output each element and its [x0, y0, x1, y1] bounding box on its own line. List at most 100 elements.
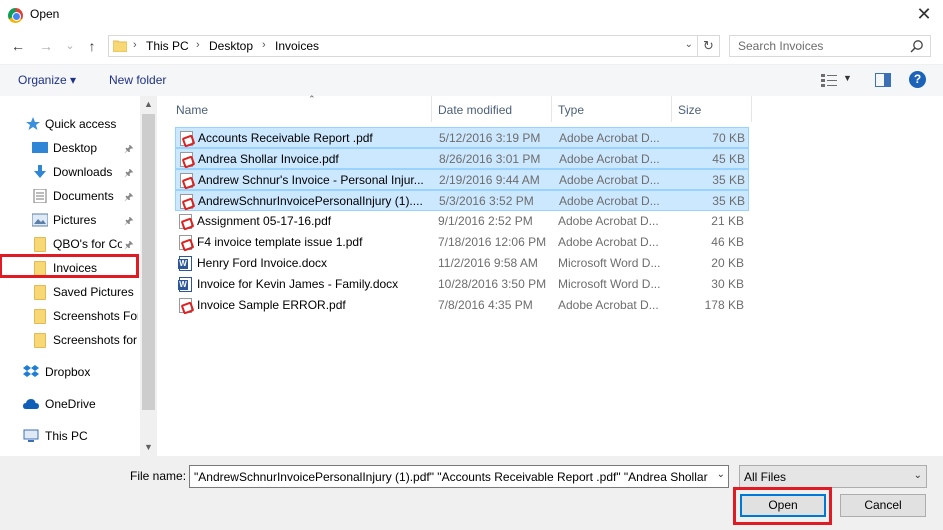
breadcrumb-this-pc[interactable]: This PC: [146, 39, 189, 53]
sidebar-item-dropbox[interactable]: Dropbox: [0, 361, 140, 383]
column-header-size[interactable]: Size: [672, 96, 752, 122]
file-type: Adobe Acrobat D...: [559, 152, 660, 166]
help-icon[interactable]: ?: [909, 71, 926, 88]
sidebar-item-screenshots-for[interactable]: Screenshots For: [0, 305, 140, 327]
breadcrumb-desktop[interactable]: Desktop: [209, 39, 253, 53]
pdf-file-icon: [179, 235, 192, 250]
up-button[interactable]: ↑: [84, 38, 100, 54]
navigation-scrollbar[interactable]: ▲ ▼: [140, 96, 157, 456]
file-row[interactable]: Invoice Sample ERROR.pdf 7/8/2016 4:35 PM…: [175, 295, 749, 316]
sidebar-item-documents[interactable]: Documents 🖈: [0, 185, 140, 207]
chevron-down-icon[interactable]: ⌄: [717, 469, 725, 480]
file-name: Invoice Sample ERROR.pdf: [197, 298, 346, 312]
new-folder-button[interactable]: New folder: [109, 73, 166, 87]
file-type: Adobe Acrobat D...: [559, 131, 660, 145]
computer-icon: [23, 429, 39, 442]
chevron-down-icon[interactable]: ⌄: [685, 39, 693, 50]
breadcrumb-separator: ›: [133, 39, 137, 51]
view-options-icon[interactable]: [821, 73, 837, 87]
file-date-modified: 2/19/2016 9:44 AM: [439, 173, 540, 187]
file-row[interactable]: Henry Ford Invoice.docx 11/2/2016 9:58 AM…: [175, 253, 749, 274]
file-date-modified: 5/12/2016 3:19 PM: [439, 131, 541, 145]
file-name-combobox[interactable]: ⌄: [189, 465, 729, 488]
column-header-name[interactable]: Name ⌃: [170, 94, 432, 122]
file-row[interactable]: AndrewSchnurInvoicePersonalInjury (1)...…: [175, 190, 749, 211]
pin-icon[interactable]: 🖈: [124, 238, 133, 255]
back-button[interactable]: ←: [10, 38, 26, 54]
recent-locations-button[interactable]: ⌄: [62, 38, 78, 54]
file-type: Adobe Acrobat D...: [558, 235, 659, 249]
refresh-button[interactable]: ↻: [698, 35, 720, 57]
file-row[interactable]: Andrew Schnur's Invoice - Personal Injur…: [175, 169, 749, 190]
sidebar-item-pictures[interactable]: Pictures 🖈: [0, 209, 140, 231]
open-file-dialog: Open ✕ ← → ⌄ ↑ › This PC › Desktop › Inv…: [0, 0, 943, 530]
column-header-date-modified[interactable]: Date modified: [432, 96, 552, 122]
search-box[interactable]: [729, 35, 931, 57]
search-input[interactable]: [730, 36, 905, 56]
file-row[interactable]: Invoice for Kevin James - Family.docx 10/…: [175, 274, 749, 295]
pictures-icon: [32, 213, 48, 227]
sidebar-item-label: Screenshots For: [53, 309, 138, 323]
pin-icon[interactable]: 🖈: [124, 190, 133, 207]
sidebar-item-label: Quick access: [45, 117, 117, 131]
preview-pane-icon[interactable]: [875, 73, 891, 87]
file-size: 70 KB: [712, 131, 745, 145]
sidebar-item-onedrive[interactable]: OneDrive: [0, 393, 140, 415]
file-row[interactable]: Accounts Receivable Report .pdf 5/12/2016…: [175, 127, 749, 148]
sidebar-item-label: This PC: [45, 429, 88, 443]
download-icon: [34, 165, 46, 178]
dialog-footer: File name: ⌄ All Files ⌄ Open Cancel: [0, 456, 943, 530]
title-bar: Open ✕: [0, 0, 943, 30]
folder-icon: [34, 237, 46, 252]
sidebar-item-qbos-for-co[interactable]: QBO's for Co 🖈: [0, 233, 140, 255]
forward-button[interactable]: →: [38, 38, 54, 54]
sidebar-item-screenshots-for-i[interactable]: Screenshots for I: [0, 329, 140, 351]
address-bar[interactable]: › This PC › Desktop › Invoices ⌄: [108, 35, 698, 57]
file-date-modified: 10/28/2016 3:50 PM: [438, 277, 547, 291]
file-name: Henry Ford Invoice.docx: [197, 256, 328, 270]
file-date-modified: 11/2/2016 9:58 AM: [438, 256, 538, 270]
breadcrumb-invoices[interactable]: Invoices: [275, 39, 319, 53]
sidebar-item-this-pc[interactable]: This PC: [0, 425, 140, 447]
sidebar-item-quick-access[interactable]: Quick access: [0, 113, 140, 135]
scrollbar-thumb[interactable]: [142, 114, 155, 410]
sidebar-item-desktop[interactable]: Desktop 🖈: [0, 137, 140, 159]
dialog-title: Open: [30, 7, 60, 21]
file-size: 30 KB: [711, 277, 744, 291]
file-name: Andrew Schnur's Invoice - Personal Injur…: [198, 173, 424, 187]
cancel-button[interactable]: Cancel: [840, 494, 926, 517]
pin-icon[interactable]: 🖈: [124, 142, 133, 159]
file-row[interactable]: Andrea Shollar Invoice.pdf 8/26/2016 3:01…: [175, 148, 749, 169]
organize-button[interactable]: Organize ▾: [18, 73, 76, 87]
file-type-filter[interactable]: All Files ⌄: [739, 465, 927, 488]
scroll-up-icon[interactable]: ▲: [140, 96, 157, 113]
sidebar-item-label: OneDrive: [45, 397, 96, 411]
column-header-type[interactable]: Type: [552, 96, 672, 122]
file-type: Adobe Acrobat D...: [559, 173, 660, 187]
search-icon[interactable]: [910, 39, 924, 53]
pin-icon[interactable]: 🖈: [124, 166, 133, 183]
view-dropdown-icon[interactable]: ▼: [843, 73, 852, 83]
scroll-down-icon[interactable]: ▼: [140, 439, 157, 456]
file-row[interactable]: F4 invoice template issue 1.pdf 7/18/2016…: [175, 232, 749, 253]
pin-icon[interactable]: 🖈: [124, 214, 133, 231]
close-button[interactable]: ✕: [913, 3, 935, 25]
star-icon: [26, 117, 40, 130]
file-name-input[interactable]: [190, 466, 708, 487]
command-toolbar: Organize ▾ New folder ▼ ?: [0, 64, 943, 96]
sidebar-item-label: Documents: [53, 189, 114, 203]
file-name: Invoice for Kevin James - Family.docx: [197, 277, 399, 291]
open-button[interactable]: Open: [740, 494, 826, 517]
sidebar-item-saved-pictures[interactable]: Saved Pictures: [0, 281, 140, 303]
file-date-modified: 7/18/2016 12:06 PM: [438, 235, 547, 249]
file-name: F4 invoice template issue 1.pdf: [197, 235, 363, 249]
file-row[interactable]: Assignment 05-17-16.pdf 9/1/2016 2:52 PM A…: [175, 211, 749, 232]
chevron-down-icon[interactable]: ⌄: [914, 470, 922, 481]
pdf-file-icon: [180, 173, 193, 188]
desktop-icon: [32, 142, 48, 153]
file-name: AndrewSchnurInvoicePersonalInjury (1)...…: [198, 194, 423, 208]
sidebar-item-label: Downloads: [53, 165, 113, 179]
highlight-box: [0, 254, 139, 278]
sidebar-item-downloads[interactable]: Downloads 🖈: [0, 161, 140, 183]
folder-icon: [113, 40, 127, 52]
